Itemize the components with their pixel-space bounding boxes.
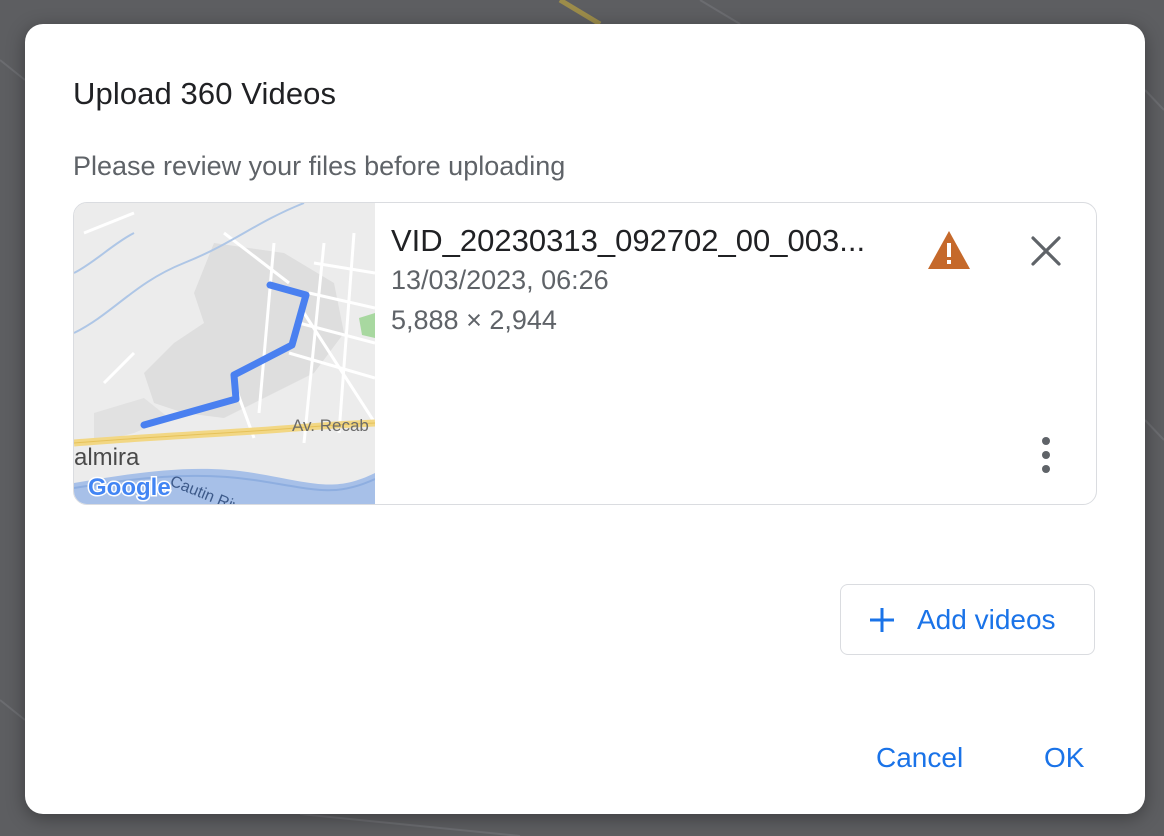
file-name: VID_20230313_092702_00_003... bbox=[391, 223, 866, 258]
more-vert-icon bbox=[1042, 437, 1050, 473]
map-label-town: almira bbox=[74, 444, 140, 471]
remove-file-button[interactable] bbox=[1024, 229, 1068, 273]
add-videos-button[interactable]: Add videos bbox=[840, 584, 1095, 655]
plus-icon bbox=[870, 607, 894, 632]
google-logo: Google Google bbox=[87, 473, 173, 503]
svg-text:Google: Google bbox=[88, 474, 171, 501]
file-card: Av. Recab almira Cautin River Google Goo… bbox=[73, 202, 1097, 505]
upload-dialog: Upload 360 Videos Please review your fil… bbox=[25, 24, 1145, 814]
file-menu-button[interactable] bbox=[1024, 433, 1068, 477]
map-label-avenue: Av. Recab bbox=[292, 416, 369, 435]
file-date: 13/03/2023, 06:26 bbox=[391, 265, 609, 295]
ok-button[interactable]: OK bbox=[1044, 742, 1084, 774]
file-dimensions: 5,888 × 2,944 bbox=[391, 305, 557, 335]
warning-icon[interactable] bbox=[926, 229, 972, 271]
add-videos-label: Add videos bbox=[917, 603, 1056, 635]
map-thumbnail: Av. Recab almira Cautin River Google Goo… bbox=[74, 203, 375, 504]
close-icon bbox=[1031, 236, 1061, 266]
cancel-button[interactable]: Cancel bbox=[876, 742, 963, 774]
dialog-title: Upload 360 Videos bbox=[73, 76, 337, 111]
dialog-subtitle: Please review your files before uploadin… bbox=[73, 151, 566, 181]
